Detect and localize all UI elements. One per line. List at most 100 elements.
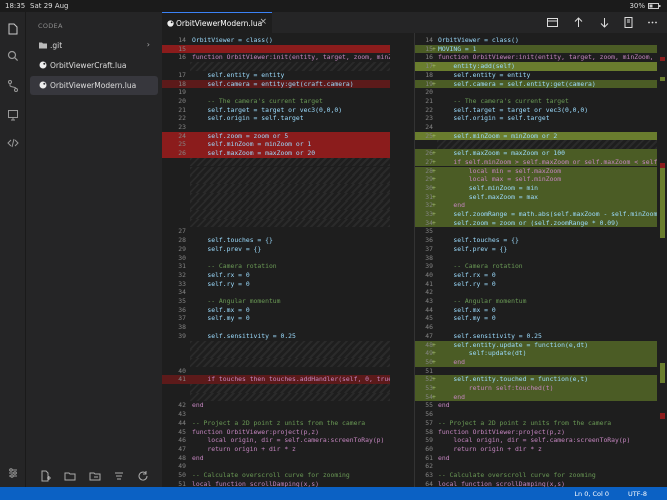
code-line[interactable]: 30 — [162, 254, 390, 263]
inline-diff-icon[interactable] — [546, 16, 559, 29]
code-line[interactable]: 29 self.prev = {} — [162, 245, 390, 254]
code-line[interactable]: 40 — [162, 367, 390, 376]
search-icon[interactable] — [6, 49, 20, 63]
code-line[interactable]: 55 end — [415, 401, 657, 410]
code-line[interactable]: 27 — [162, 227, 390, 236]
code-icon[interactable] — [6, 136, 20, 150]
code-line[interactable]: 62 — [415, 462, 657, 471]
code-line[interactable]: 57 -- Project a 2D point z units from the… — [415, 419, 657, 428]
code-line[interactable]: 45 function OrbitViewer:project(p,z) — [162, 428, 390, 437]
code-line[interactable]: 18 self.camera = entity:get(craft.camera… — [162, 79, 390, 89]
code-line[interactable]: 43 — [162, 410, 390, 419]
code-line[interactable]: 37 self.my = 0 — [162, 314, 390, 323]
code-line[interactable]: 23 — [162, 123, 390, 132]
folder-git[interactable]: .git › — [30, 36, 158, 55]
code-line[interactable]: 33 + self.zoomRange = math.abs(self.maxZo… — [415, 210, 657, 219]
code-line[interactable]: 51 — [415, 367, 657, 376]
code-line[interactable]: 52 + self.entity.touched = function(e,t) — [415, 375, 657, 384]
code-line[interactable]: 27 + if self.minZoom > self.maxZoom or se… — [415, 157, 657, 167]
code-line[interactable]: 44 self.mx = 0 — [415, 306, 657, 315]
code-line[interactable]: 25 self.minZoom = minZoom or 1 — [162, 140, 390, 150]
code-line[interactable]: 60 return origin + dir * z — [415, 445, 657, 454]
source-control-icon[interactable] — [6, 79, 20, 93]
code-line[interactable]: 25 + self.minZoom = minZoom or 2 — [415, 131, 657, 141]
code-line[interactable]: 61 end — [415, 454, 657, 463]
code-line[interactable]: 54 + end — [415, 392, 657, 402]
code-line[interactable]: 14 OrbitViewer = class() — [162, 36, 390, 45]
code-line[interactable]: 14 OrbitViewer = class() — [415, 36, 657, 45]
code-line[interactable]: 47 self.sensitivity = 0.25 — [415, 332, 657, 341]
code-line[interactable]: 34 + self.zoom = zoom or (self.zoomRange … — [415, 218, 657, 228]
code-line[interactable]: 20 — [415, 88, 657, 97]
code-line[interactable]: 59 local origin, dir = self.camera:scree… — [415, 436, 657, 445]
code-line[interactable]: 39 -- Camera rotation — [415, 262, 657, 271]
code-line[interactable]: 29 + local max = self.minZoom — [415, 175, 657, 184]
code-line[interactable]: 42 end — [162, 401, 390, 410]
code-line[interactable]: 39 self.sensitivity = 0.25 — [162, 332, 390, 341]
code-line[interactable]: 21 -- The camera's current target — [415, 97, 657, 106]
code-line[interactable]: 15 + MOVING = 1 — [415, 44, 657, 54]
code-line[interactable]: 16 function OrbitViewer:init(entity, targ… — [162, 53, 390, 62]
open-file-icon[interactable] — [622, 16, 635, 29]
files-icon[interactable] — [6, 22, 20, 36]
sort-icon[interactable] — [112, 469, 126, 483]
code-line[interactable]: 47 return origin + dir * z — [162, 445, 390, 454]
new-folder-icon[interactable] — [63, 469, 77, 483]
code-line[interactable]: 49 + self:update(dt) — [415, 349, 657, 358]
code-line[interactable]: 46 local origin, dir = self.camera:scree… — [162, 436, 390, 445]
more-icon[interactable] — [646, 16, 659, 29]
close-icon[interactable]: × — [259, 17, 267, 27]
arrow-down-icon[interactable] — [598, 16, 611, 29]
code-line[interactable]: 21 self.target = target or vec3(0,0,0) — [162, 106, 390, 115]
code-line[interactable]: 19 — [162, 88, 390, 97]
modified-pane[interactable]: 14 OrbitViewer = class() 15 + MOVING = 1 16 fu… — [415, 33, 657, 487]
code-line[interactable]: 22 self.target = target or vec3(0,0,0) — [415, 106, 657, 115]
code-line[interactable]: 23 self.origin = self.target — [415, 114, 657, 123]
code-line[interactable]: 51 local function scrollDamping(x,s) — [162, 480, 390, 487]
code-line[interactable]: 37 self.prev = {} — [415, 245, 657, 254]
code-line[interactable]: 38 — [162, 323, 390, 332]
new-file-icon[interactable] — [38, 469, 52, 483]
code-line[interactable]: 33 self.ry = 0 — [162, 280, 390, 289]
code-line[interactable]: 34 — [162, 288, 390, 297]
code-line[interactable]: 32 + end — [415, 201, 657, 210]
code-line[interactable]: 19 + self.camera = self.entity:get(camera… — [415, 79, 657, 89]
code-line[interactable]: 44 -- Project a 2D point z units from the… — [162, 419, 390, 428]
code-line[interactable]: 30 + self.minZoom = min — [415, 183, 657, 193]
settings-icon[interactable] — [6, 466, 20, 480]
code-line[interactable]: 22 self.origin = self.target — [162, 114, 390, 123]
code-line[interactable]: 53 + return self:touched(t) — [415, 384, 657, 393]
code-line[interactable]: 31 -- Camera rotation — [162, 262, 390, 271]
code-line[interactable]: 63 -- Calculate overscroll curve for zoom… — [415, 471, 657, 480]
code-line[interactable]: 48 + self.entity.update = function(e,dt) — [415, 340, 657, 350]
code-line[interactable]: 50 + end — [415, 357, 657, 367]
code-line[interactable]: 17 + entity:add(self) — [415, 62, 657, 71]
code-line[interactable]: 64 local function scrollDamping(x,s) — [415, 480, 657, 487]
code-line[interactable]: 24 — [415, 123, 657, 132]
code-line[interactable]: 49 — [162, 462, 390, 471]
original-pane[interactable]: 14 OrbitViewer = class() 15 16 function Orbi… — [162, 33, 390, 487]
code-line[interactable]: 45 self.my = 0 — [415, 314, 657, 323]
file-orbitviewermodern[interactable]: OrbitViewerModern.lua — [30, 76, 158, 95]
code-line[interactable]: 43 -- Angular momentum — [415, 297, 657, 306]
code-line[interactable]: 36 self.touches = {} — [415, 236, 657, 245]
code-line[interactable]: 31 + self.maxZoom = max — [415, 192, 657, 202]
code-line[interactable]: 26 self.maxZoom = maxZoom or 20 — [162, 149, 390, 158]
code-line[interactable]: 28 self.touches = {} — [162, 236, 390, 245]
move-folder-icon[interactable] — [88, 469, 102, 483]
code-line[interactable]: 26 + self.maxZoom = maxZoom or 100 — [415, 149, 657, 158]
diff-overview-ruler[interactable] — [658, 33, 667, 487]
code-line[interactable]: 46 — [415, 323, 657, 332]
code-line[interactable]: 24 self.zoom = zoom or 5 — [162, 131, 390, 141]
tab-orbitviewermodern[interactable]: OrbitViewerModern.lua × — [162, 12, 272, 33]
code-line[interactable]: 20 -- The camera's current target — [162, 97, 390, 106]
code-line[interactable]: 32 self.rx = 0 — [162, 271, 390, 280]
device-icon[interactable] — [6, 108, 20, 122]
refresh-icon[interactable] — [136, 469, 150, 483]
code-line[interactable]: 42 — [415, 288, 657, 297]
code-line[interactable]: 50 -- Calculate overscroll curve for zoom… — [162, 471, 390, 480]
code-line[interactable]: 36 self.mx = 0 — [162, 306, 390, 315]
code-line[interactable]: 40 self.rx = 0 — [415, 271, 657, 280]
code-line[interactable]: 41 self.ry = 0 — [415, 280, 657, 289]
code-line[interactable]: 41 if touches then touches.addHandler(se… — [162, 375, 390, 384]
